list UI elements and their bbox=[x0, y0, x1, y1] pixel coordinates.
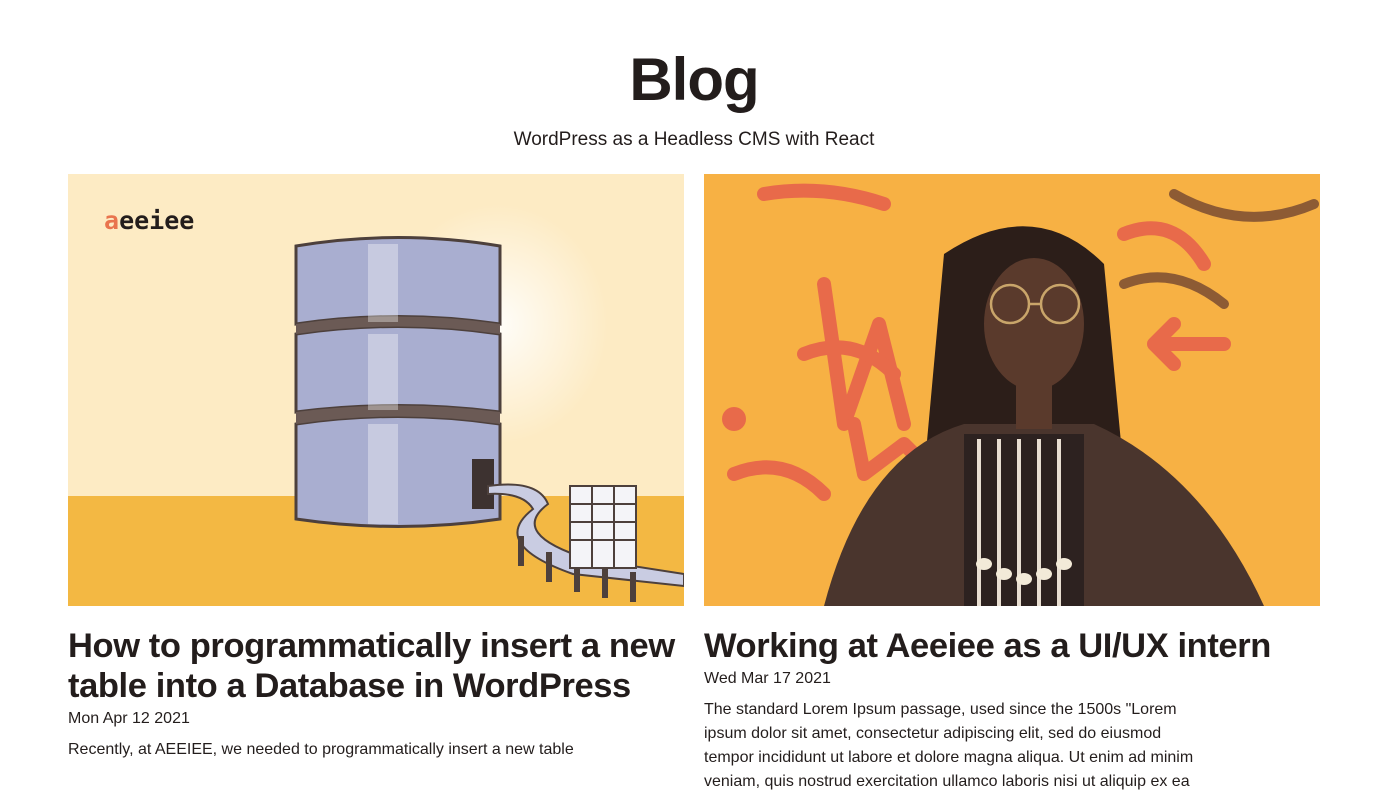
post-title-link[interactable]: Working at Aeeiee as a UI/UX intern bbox=[704, 626, 1320, 666]
post-card[interactable]: aeeiee How to programmatically insert a … bbox=[68, 174, 684, 762]
post-excerpt: The standard Lorem Ipsum passage, used s… bbox=[704, 701, 1194, 790]
post-card[interactable]: Working at Aeeiee as a UI/UX intern Wed … bbox=[704, 174, 1320, 794]
post-date: Mon Apr 12 2021 bbox=[68, 710, 190, 727]
portrait-graffiti-photo bbox=[704, 174, 1320, 606]
page-subtitle: WordPress as a Headless CMS with React bbox=[513, 129, 875, 150]
page-title: Blog bbox=[629, 46, 759, 113]
post-date: Wed Mar 17 2021 bbox=[704, 670, 831, 687]
blog-page: Blog WordPress as a Headless CMS with Re… bbox=[0, 0, 1400, 798]
post-thumbnail[interactable] bbox=[704, 174, 1320, 606]
post-thumbnail[interactable]: aeeiee bbox=[68, 174, 684, 606]
post-title-link[interactable]: How to programmatically insert a new tab… bbox=[68, 626, 684, 706]
post-excerpt: Recently, at AEEIEE, we needed to progra… bbox=[68, 741, 574, 758]
database-building-illustration: aeeiee bbox=[68, 174, 684, 606]
svg-text:aeeiee: aeeiee bbox=[104, 206, 194, 235]
